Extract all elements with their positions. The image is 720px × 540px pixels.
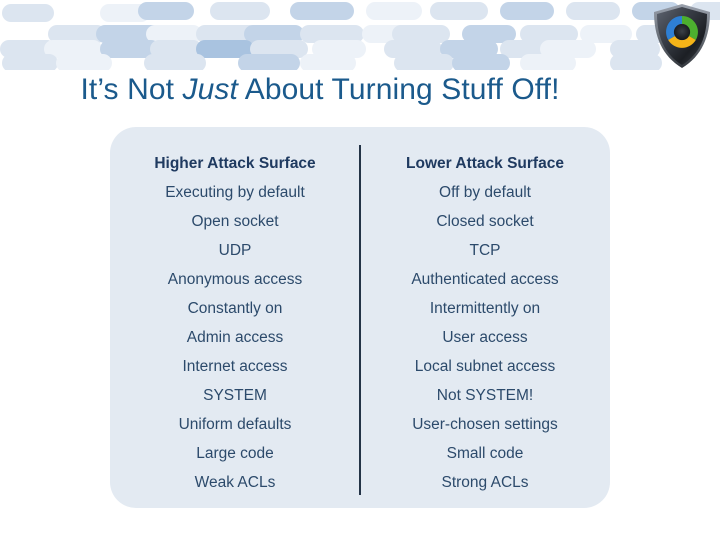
comparison-cell-higher: Large code (196, 445, 274, 462)
shield-logo (650, 2, 714, 70)
column-lower-attack-surface: Lower Attack Surface Off by default Closed… (360, 127, 610, 508)
column-higher-attack-surface: Higher Attack Surface Executing by defaul… (110, 127, 360, 508)
comparison-cell-lower: Intermittently on (429, 300, 541, 317)
comparison-cell-lower: User access (442, 329, 528, 346)
comparison-cell-higher: Executing by default (165, 184, 305, 201)
comparison-cell-higher: Open socket (191, 213, 279, 230)
comparison-cell-lower: Closed socket (436, 213, 534, 230)
header-pattern-pill (2, 54, 58, 70)
header-pattern-pill (56, 54, 112, 70)
comparison-cell-higher: UDP (218, 242, 252, 259)
attack-surface-comparison-panel: Higher Attack Surface Executing by defaul… (110, 127, 610, 508)
header-pattern-pill (144, 54, 206, 70)
title-emphasis: Just (182, 73, 238, 106)
header-pattern-pill (520, 54, 576, 70)
header-pattern-pill (394, 54, 454, 70)
comparison-cell-higher: Constantly on (187, 300, 283, 317)
comparison-cell-higher: Internet access (182, 358, 288, 375)
slide-root: It’s Not Just About Turning Stuff Off! H… (0, 0, 720, 540)
comparison-cell-lower: Local subnet access (414, 358, 556, 375)
header-pattern-pill (290, 2, 354, 20)
comparison-cell-lower: Off by default (439, 184, 531, 201)
title-suffix: About Turning Stuff Off! (237, 73, 560, 106)
header-decorative-band (0, 0, 720, 70)
column-header-higher: Higher Attack Surface (154, 155, 316, 172)
header-pattern-pill (2, 4, 54, 22)
comparison-cell-lower: Authenticated access (411, 271, 559, 288)
comparison-cell-lower: Small code (446, 445, 524, 462)
header-pattern-pill (210, 2, 270, 20)
comparison-cell-lower: TCP (469, 242, 501, 259)
comparison-cell-higher: SYSTEM (203, 387, 267, 404)
header-pattern-pill (238, 54, 300, 70)
header-pattern-pill (138, 2, 194, 20)
header-pattern-pill (300, 54, 356, 70)
header-pattern-pill (430, 2, 488, 20)
header-pattern-pill (452, 54, 510, 70)
comparison-cell-lower: Not SYSTEM! (436, 387, 534, 404)
comparison-cell-lower: Strong ACLs (441, 474, 529, 491)
comparison-cell-higher: Weak ACLs (194, 474, 276, 491)
comparison-cell-higher: Uniform defaults (178, 416, 292, 433)
comparison-cell-lower: User-chosen settings (412, 416, 558, 433)
header-pattern-pill (500, 2, 554, 20)
comparison-cell-higher: Admin access (186, 329, 284, 346)
column-header-lower: Lower Attack Surface (406, 155, 564, 172)
header-pattern-pill (566, 2, 620, 20)
slide-title: It’s Not Just About Turning Stuff Off! (0, 73, 640, 107)
header-pattern-pill (366, 2, 422, 20)
title-prefix: It’s Not (80, 73, 183, 106)
comparison-cell-higher: Anonymous access (167, 271, 303, 288)
